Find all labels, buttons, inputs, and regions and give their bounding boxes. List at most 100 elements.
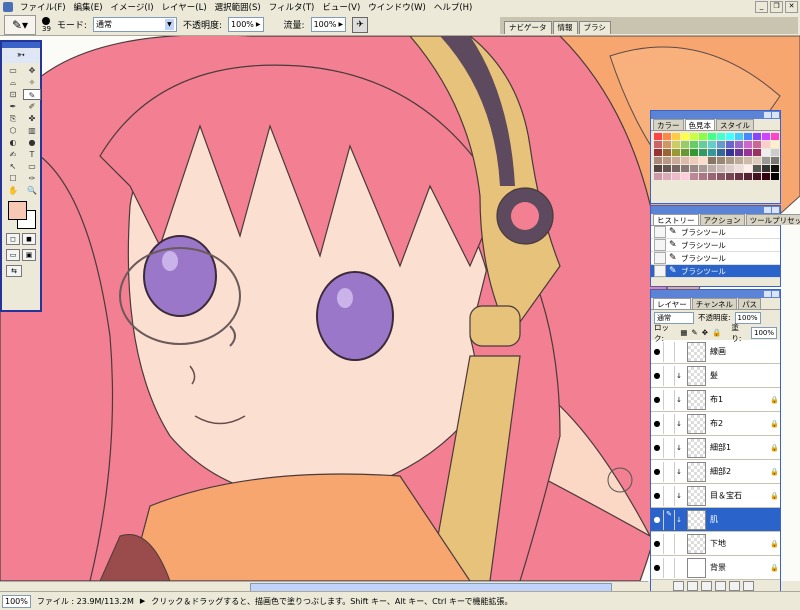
link-slot[interactable] <box>663 365 675 386</box>
lock-move-icon[interactable]: ✥ <box>702 328 708 337</box>
app-icon[interactable] <box>3 2 13 12</box>
fill-field[interactable]: 100% <box>750 326 777 339</box>
minimize-icon[interactable] <box>764 112 771 118</box>
dodge-tool-icon[interactable]: ◐ <box>4 137 22 148</box>
mode-select[interactable]: 通常 ▼ <box>92 17 177 32</box>
color-swatch[interactable] <box>735 173 743 180</box>
history-brush-icon[interactable]: ✤ <box>23 113 41 124</box>
color-swatch[interactable] <box>663 173 671 180</box>
eye-icon[interactable]: ● <box>651 539 663 548</box>
menu-edit[interactable]: 編集(E) <box>70 1 107 13</box>
toolbox-titlebar[interactable] <box>2 42 40 48</box>
notes-tool-icon[interactable]: ☐ <box>4 173 22 184</box>
color-swatch[interactable] <box>753 173 761 180</box>
move-tool-icon[interactable]: ✥ <box>23 65 41 76</box>
color-swatch[interactable] <box>708 165 716 172</box>
menu-image[interactable]: イメージ(I) <box>107 1 158 13</box>
color-swatch[interactable] <box>753 141 761 148</box>
link-slot[interactable] <box>663 461 675 482</box>
menu-view[interactable]: ビュー(V) <box>318 1 364 13</box>
color-swatch[interactable] <box>762 173 770 180</box>
color-swatch[interactable] <box>681 141 689 148</box>
restore-icon[interactable]: ❐ <box>770 1 783 13</box>
hand-tool-icon[interactable]: ✋ <box>4 185 22 196</box>
tab-channels[interactable]: チャンネル <box>691 298 738 309</box>
history-item-current[interactable]: ✎ ブラシツール <box>651 265 780 278</box>
color-swatch[interactable] <box>663 149 671 156</box>
eye-icon[interactable]: ● <box>651 443 663 452</box>
color-swatch[interactable] <box>699 133 707 140</box>
pencil-tool-icon[interactable]: ✐ <box>23 101 41 112</box>
lock-transparency-icon[interactable]: ▦ <box>680 328 687 337</box>
color-swatch[interactable] <box>708 157 716 164</box>
menu-select[interactable]: 選択範囲(S) <box>211 1 265 13</box>
zoom-field[interactable]: 100% <box>2 594 31 608</box>
brush-tool-icon[interactable]: ✎ <box>23 89 41 100</box>
eye-icon[interactable]: ● <box>651 419 663 428</box>
color-swatch[interactable] <box>708 133 716 140</box>
color-swatch[interactable] <box>735 149 743 156</box>
gradient-tool-icon[interactable]: ▥ <box>23 125 41 136</box>
link-slot[interactable] <box>663 341 675 362</box>
menu-layer[interactable]: レイヤー(L) <box>158 1 211 13</box>
layer-row[interactable]: ● ↓ 目＆宝石 🔒 <box>651 484 780 508</box>
link-slot[interactable] <box>663 389 675 410</box>
color-swatch[interactable] <box>654 141 662 148</box>
color-swatch[interactable] <box>672 165 680 172</box>
lock-all-icon[interactable]: 🔒 <box>712 328 721 337</box>
color-swatch[interactable] <box>690 165 698 172</box>
eraser-tool-icon[interactable]: ⬡ <box>4 125 22 136</box>
color-swatch[interactable] <box>735 157 743 164</box>
layer-row[interactable]: ● ↓ 布1 🔒 <box>651 388 780 412</box>
opacity-field[interactable]: 100% ▶ <box>228 17 264 32</box>
color-swatch[interactable] <box>663 165 671 172</box>
color-swatch[interactable] <box>753 149 761 156</box>
color-swatch[interactable] <box>762 149 770 156</box>
link-slot[interactable] <box>663 413 675 434</box>
eye-icon[interactable]: ● <box>651 371 663 380</box>
layer-row[interactable]: ● ↓ 髪 <box>651 364 780 388</box>
chevron-right-icon[interactable]: ▶ <box>140 597 145 605</box>
color-swatch[interactable] <box>771 141 779 148</box>
layer-row[interactable]: ● 下地 🔒 <box>651 532 780 556</box>
minimize-icon[interactable] <box>764 291 771 297</box>
tab-tool-presets[interactable]: ツールプリセット <box>745 214 800 225</box>
color-swatch[interactable] <box>672 149 680 156</box>
color-swatch[interactable] <box>744 141 752 148</box>
color-swatch[interactable] <box>699 157 707 164</box>
chevron-right-icon[interactable]: ▶ <box>256 21 261 28</box>
tab-swatches[interactable]: 色見本 <box>684 119 715 130</box>
color-swatch[interactable] <box>771 157 779 164</box>
color-swatch[interactable] <box>654 157 662 164</box>
new-set-icon[interactable] <box>701 581 712 591</box>
color-swatch[interactable] <box>753 133 761 140</box>
color-swatch[interactable] <box>654 165 662 172</box>
color-swatch[interactable] <box>726 133 734 140</box>
color-swatch[interactable] <box>672 157 680 164</box>
color-swatch[interactable] <box>726 149 734 156</box>
color-swatch[interactable] <box>681 165 689 172</box>
airbrush-toggle-icon[interactable]: ✈ <box>352 16 369 33</box>
layer-style-icon[interactable] <box>673 581 684 591</box>
color-swatch[interactable] <box>744 173 752 180</box>
tab-actions[interactable]: アクション <box>699 214 745 225</box>
lasso-tool-icon[interactable]: ⌓ <box>4 77 22 88</box>
layer-row[interactable]: ● 線画 <box>651 340 780 364</box>
link-slot[interactable] <box>663 557 675 578</box>
full-screen-icon[interactable]: ▣ <box>22 249 36 261</box>
lock-paint-icon[interactable]: ✎ <box>691 328 697 337</box>
minimize-icon[interactable] <box>764 207 771 213</box>
color-swatch[interactable] <box>681 133 689 140</box>
color-swatch[interactable] <box>744 165 752 172</box>
color-swatch[interactable] <box>717 165 725 172</box>
color-swatch[interactable] <box>717 149 725 156</box>
eye-icon[interactable]: ● <box>651 515 663 524</box>
color-swatch[interactable] <box>681 157 689 164</box>
history-item[interactable]: ✎ ブラシツール <box>651 252 780 265</box>
color-swatch[interactable] <box>771 133 779 140</box>
new-layer-icon[interactable] <box>729 581 740 591</box>
color-swatch[interactable] <box>690 157 698 164</box>
color-swatch[interactable] <box>726 157 734 164</box>
close-icon[interactable] <box>772 207 779 213</box>
color-swatch[interactable] <box>762 157 770 164</box>
